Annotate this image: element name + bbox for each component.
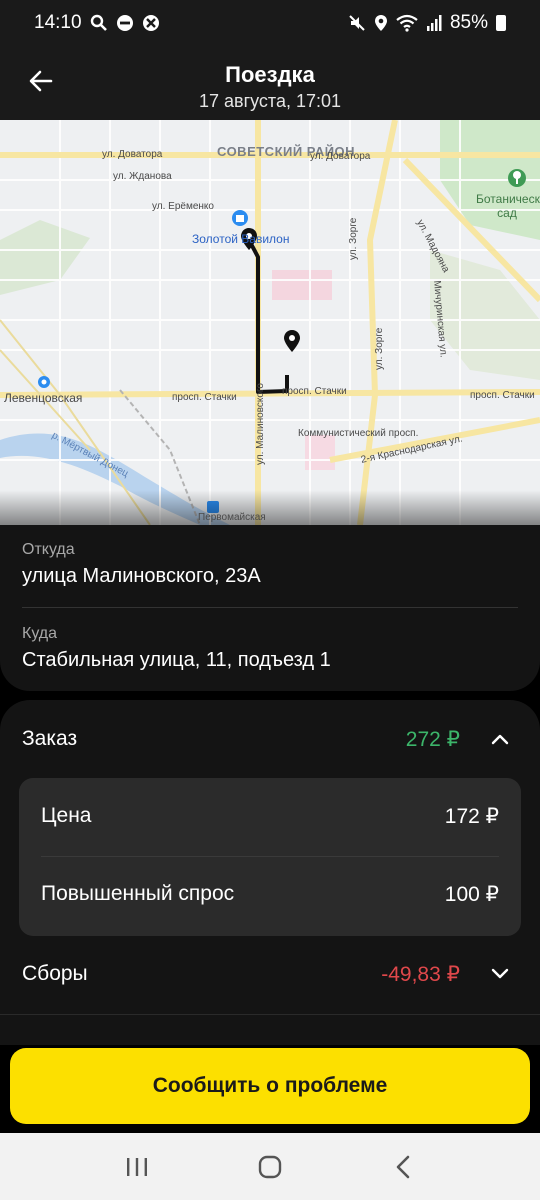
from-caption: Откуда xyxy=(22,541,75,558)
price-label: Цена xyxy=(41,804,92,827)
header: Поездка 17 августа, 17:01 xyxy=(0,46,540,120)
map-label-zorge-2: ул. Зорге xyxy=(374,327,385,370)
address-card: Откуда улица Малиновского, 23А Куда Стаб… xyxy=(0,525,540,691)
surge-value: 100 ₽ xyxy=(444,882,499,906)
map-label-zhdanova: ул. Жданова xyxy=(113,171,172,182)
status-time: 14:10 xyxy=(34,12,82,33)
map-label-malinovskogo: ул. Малиновского xyxy=(255,383,266,465)
map-label-dovatora-1: ул. Доватора xyxy=(102,149,163,160)
price-row: Цена 172 ₽ xyxy=(41,796,499,836)
wifi-icon xyxy=(396,14,418,32)
surge-label: Повышенный спрос xyxy=(41,882,235,905)
app-icon xyxy=(142,15,159,31)
from-value: улица Малиновского, 23А xyxy=(22,565,261,587)
map-label-levencovskaya: Левенцовская xyxy=(4,391,83,405)
trip-datetime: 17 августа, 17:01 xyxy=(198,91,342,111)
recents-icon[interactable] xyxy=(107,1142,167,1192)
system-nav-bar xyxy=(0,1133,540,1200)
fees-amount: -49,83 ₽ xyxy=(381,962,460,986)
order-divider xyxy=(0,1014,540,1015)
map-label-botanic: Ботанический сад xyxy=(476,192,540,220)
map-background xyxy=(0,120,540,525)
search-icon xyxy=(90,14,107,31)
to-address[interactable]: Куда Стабильная улица, 11, подъезд 1 xyxy=(22,625,518,672)
map-label-pervomayskaya: Первомайская xyxy=(198,512,266,523)
order-card: Заказ 272 ₽ Цена 172 ₽ Повышенный спрос … xyxy=(0,700,540,1045)
page-title: Поездка xyxy=(225,62,315,87)
back-icon[interactable] xyxy=(373,1142,433,1192)
map-label-eremenko: ул. Ерёменко xyxy=(152,201,214,212)
to-caption: Куда xyxy=(22,625,58,642)
map-label-kommunisticheskiy: Коммунистический просп. xyxy=(298,428,419,439)
map-label-zorge-1: ул. Зорге xyxy=(348,217,359,260)
surge-row: Повышенный спрос 100 ₽ xyxy=(41,874,499,914)
location-icon xyxy=(374,15,387,31)
home-icon[interactable] xyxy=(240,1142,300,1192)
route-map[interactable]: СОВЕТСКИЙ РАЙОН ул. Доватора ул. Доватор… xyxy=(0,120,540,525)
breakdown-divider xyxy=(41,856,499,857)
to-value: Стабильная улица, 11, подъезд 1 xyxy=(22,649,331,671)
price-breakdown: Цена 172 ₽ Повышенный спрос 100 ₽ xyxy=(19,778,521,936)
map-label-stachki-3: просп. Стачки xyxy=(470,390,535,401)
map-label-stachki-2: просп. Стачки xyxy=(282,386,347,397)
map-label-dovatora-2: ул. Доватора xyxy=(310,151,371,162)
chevron-down-icon[interactable] xyxy=(482,956,518,992)
address-divider xyxy=(22,607,518,608)
mute-icon xyxy=(349,15,365,31)
order-label: Заказ xyxy=(22,727,78,750)
report-problem-button[interactable]: Сообщить о проблеме xyxy=(10,1048,530,1124)
signal-icon xyxy=(426,15,442,31)
battery-icon xyxy=(496,15,506,31)
order-toggle-row[interactable]: Заказ 272 ₽ xyxy=(22,722,518,756)
order-amount: 272 ₽ xyxy=(405,727,460,751)
from-address[interactable]: Откуда улица Малиновского, 23А xyxy=(22,541,518,588)
status-right: 85% xyxy=(348,12,506,34)
map-label-stachki-1: просп. Стачки xyxy=(172,392,237,403)
route-line xyxy=(247,239,289,394)
price-value: 172 ₽ xyxy=(444,804,499,828)
battery-percent: 85% xyxy=(449,12,488,33)
map-label-zolotoy: Золотой Вавилон xyxy=(192,232,290,246)
fees-toggle-row[interactable]: Сборы -49,83 ₽ xyxy=(22,956,518,992)
status-left: 14:10 xyxy=(34,12,160,34)
fees-label: Сборы xyxy=(22,962,88,985)
status-bar: 14:10 85% xyxy=(0,0,540,46)
dnd-icon xyxy=(116,15,133,31)
chevron-up-icon[interactable] xyxy=(482,721,518,757)
